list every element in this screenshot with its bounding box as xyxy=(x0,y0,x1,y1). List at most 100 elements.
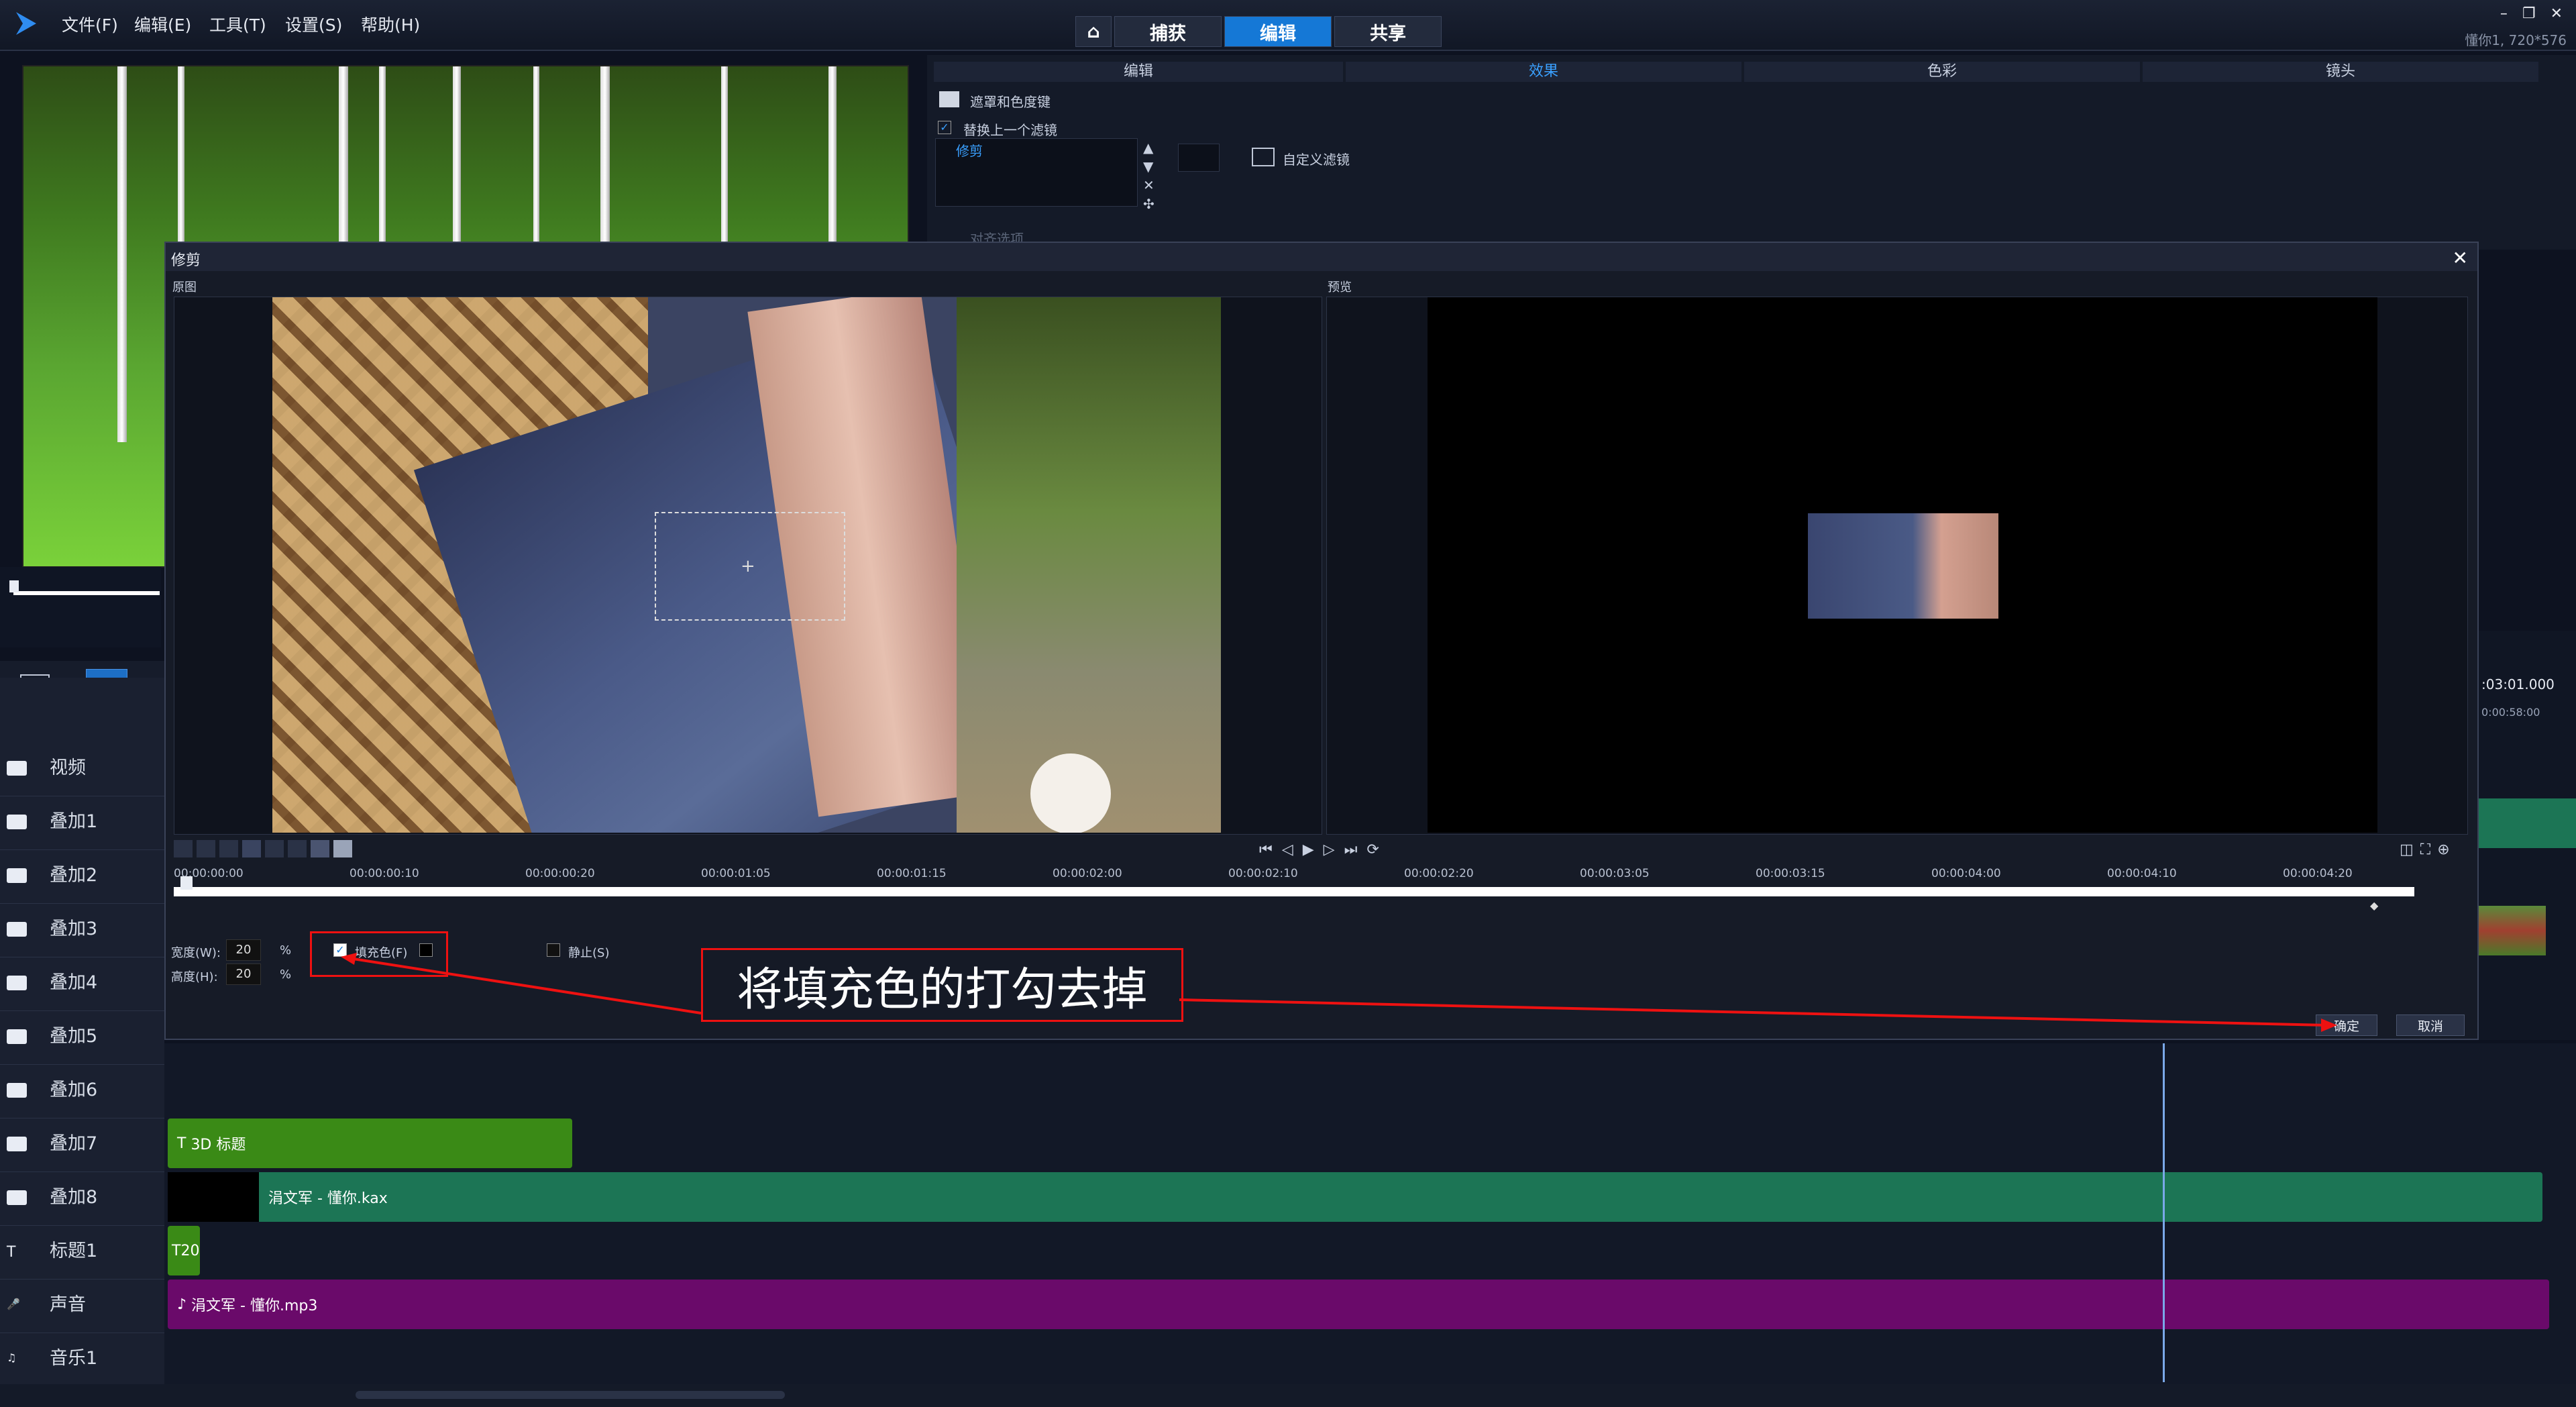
crop-dialog: 修剪 ✕ 原图 预览 + ⏮ ◁ ▶ ▷ ⏭ ⟳ ◫ ⛶ ⊕ 00:00:00:… xyxy=(164,242,2479,1040)
custom-filter-label[interactable]: 自定义滤镜 xyxy=(1283,149,1350,168)
track-header-voice[interactable]: 🎤 声音 xyxy=(0,1282,164,1333)
playhead-handle-icon[interactable] xyxy=(180,876,193,890)
timeline-scrollbar[interactable] xyxy=(0,1384,2576,1407)
prev-frame-icon[interactable]: ◁ xyxy=(1282,841,1293,858)
track-header-overlay4[interactable]: 叠加4 xyxy=(0,959,164,1011)
zoom-in-icon[interactable]: ⊕ xyxy=(2437,841,2449,858)
custom-filter-icon[interactable] xyxy=(1252,148,1275,166)
title-clip-small[interactable]: T 20 xyxy=(168,1226,200,1275)
height-unit: % xyxy=(280,968,292,982)
dialog-title-bar: 修剪 xyxy=(166,243,2477,271)
home-icon: ⌂ xyxy=(1087,21,1100,42)
menu-tools[interactable]: 工具(T) xyxy=(209,12,266,36)
keyframe-track[interactable] xyxy=(174,887,2414,896)
fx-tab-lens[interactable]: 镜头 xyxy=(2143,62,2538,82)
tool-icon[interactable] xyxy=(288,840,307,857)
annotation-highlight-box xyxy=(310,931,448,977)
go-start-icon[interactable]: ⏮ xyxy=(1259,841,1273,858)
move-up-icon[interactable]: ▲ xyxy=(1143,138,1155,157)
tool-icon[interactable] xyxy=(265,840,284,857)
tab-home[interactable]: ⌂ xyxy=(1075,16,1112,47)
cancel-button[interactable]: 取消 xyxy=(2396,1014,2465,1036)
reorder-icon[interactable]: ✣ xyxy=(1143,195,1155,213)
close-icon[interactable]: ✕ xyxy=(2551,5,2563,22)
close-icon[interactable]: ✕ xyxy=(2453,247,2468,269)
track-name: 叠加5 xyxy=(50,1026,98,1047)
scrub-handle-icon[interactable] xyxy=(9,580,19,592)
original-image[interactable]: + xyxy=(272,297,1221,833)
annotation-callout: 将填充色的打勾去掉 xyxy=(701,948,1183,1022)
clip-label: 3D 标题 xyxy=(191,1137,246,1153)
track-header-overlay3[interactable]: 叠加3 xyxy=(0,906,164,957)
fx-tab-color[interactable]: 色彩 xyxy=(1744,62,2140,82)
replace-last-checkbox[interactable]: ✓ xyxy=(938,121,951,134)
tab-share[interactable]: 共享 xyxy=(1334,16,1442,47)
title-clip-3d[interactable]: T 3D 标题 xyxy=(168,1118,572,1168)
ok-button[interactable]: 确定 xyxy=(2316,1014,2377,1036)
height-stepper[interactable]: 20 xyxy=(226,963,261,985)
audio-clip[interactable]: ♪ 涓文军 - 懂你.mp3 xyxy=(168,1280,2549,1329)
overlay-track-icon xyxy=(7,922,27,937)
track-name: 叠加7 xyxy=(50,1133,98,1154)
track-name: 叠加4 xyxy=(50,972,98,993)
preview-view xyxy=(1326,297,2468,835)
menu-edit[interactable]: 编辑(E) xyxy=(134,12,191,36)
menu-help[interactable]: 帮助(H) xyxy=(361,12,420,36)
timecode: 00:00:04:00 xyxy=(1931,867,2001,880)
next-frame-icon[interactable]: ▷ xyxy=(1324,841,1335,858)
original-label: 原图 xyxy=(172,280,197,295)
minimize-icon[interactable]: – xyxy=(2500,5,2508,22)
track-name: 叠加2 xyxy=(50,865,98,886)
overlay-track-icon xyxy=(7,1029,27,1044)
tool-icon[interactable] xyxy=(333,840,352,857)
width-label: 宽度(W): xyxy=(171,946,221,960)
fit-icon[interactable]: ⛶ xyxy=(2420,841,2430,858)
filter-list[interactable]: 修剪 xyxy=(935,138,1138,207)
tool-icon[interactable] xyxy=(174,840,193,857)
move-down-icon[interactable]: ▼ xyxy=(1143,157,1155,176)
timecode: 00:00:00:10 xyxy=(350,867,419,880)
track-header-video[interactable]: 视频 xyxy=(0,745,164,796)
track-header-overlay7[interactable]: 叠加7 xyxy=(0,1121,164,1172)
play-icon[interactable]: ▶ xyxy=(1303,841,1314,858)
app-logo-icon xyxy=(16,12,36,35)
clip-continuation[interactable] xyxy=(2479,798,2576,848)
track-header-title1[interactable]: T 标题1 xyxy=(0,1228,164,1280)
snapshot-icon[interactable]: ◫ xyxy=(2400,841,2414,858)
tool-icon[interactable] xyxy=(311,840,329,857)
delete-filter-icon[interactable]: ✕ xyxy=(1143,176,1155,195)
video-clip[interactable]: 涓文军 - 懂你.kax xyxy=(168,1172,2542,1222)
preview-scrubber[interactable] xyxy=(0,567,161,647)
fx-tab-edit[interactable]: 编辑 xyxy=(934,62,1343,82)
tool-icon[interactable] xyxy=(219,840,238,857)
preset-dropdown[interactable] xyxy=(1178,144,1220,172)
track-header-overlay8[interactable]: 叠加8 xyxy=(0,1174,164,1226)
track-name: 叠加1 xyxy=(50,811,98,832)
tab-edit[interactable]: 编辑 xyxy=(1224,16,1332,47)
original-view[interactable]: + xyxy=(174,297,1322,835)
menu-file[interactable]: 文件(F) xyxy=(62,12,118,36)
filter-item-crop[interactable]: 修剪 xyxy=(956,140,983,160)
track-header-overlay1[interactable]: 叠加1 xyxy=(0,798,164,850)
track-header-overlay6[interactable]: 叠加6 xyxy=(0,1067,164,1118)
width-stepper[interactable]: 20 xyxy=(226,939,261,961)
go-end-icon[interactable]: ⏭ xyxy=(1344,841,1358,858)
menu-settings[interactable]: 设置(S) xyxy=(285,12,342,36)
audio-clip-icon: ♪ xyxy=(177,1296,192,1313)
track-header-overlay2[interactable]: 叠加2 xyxy=(0,852,164,904)
preview-label: 预览 xyxy=(1328,280,1352,295)
keyframe-marker-icon[interactable]: ◆ xyxy=(2370,899,2378,912)
static-checkbox[interactable] xyxy=(547,943,560,957)
restore-icon[interactable]: ❐ xyxy=(2522,5,2536,22)
track-header-music1[interactable]: ♫ 音乐1 xyxy=(0,1335,164,1387)
project-info: 懂你1, 720*576 xyxy=(2465,32,2567,48)
track-header-overlay5[interactable]: 叠加5 xyxy=(0,1013,164,1065)
scrollbar-thumb[interactable] xyxy=(356,1391,785,1399)
tool-icon[interactable] xyxy=(197,840,215,857)
tool-icon[interactable] xyxy=(242,840,261,857)
fx-tab-effect[interactable]: 效果 xyxy=(1346,62,1741,82)
repeat-icon[interactable]: ⟳ xyxy=(1366,841,1379,858)
timeline-playhead[interactable] xyxy=(2163,1043,2165,1382)
timeline-area[interactable]: T 3D 标题 涓文军 - 懂你.kax T 20 ♪ 涓文军 - 懂你.mp3 xyxy=(164,1043,2576,1392)
tab-capture[interactable]: 捕获 xyxy=(1114,16,1222,47)
